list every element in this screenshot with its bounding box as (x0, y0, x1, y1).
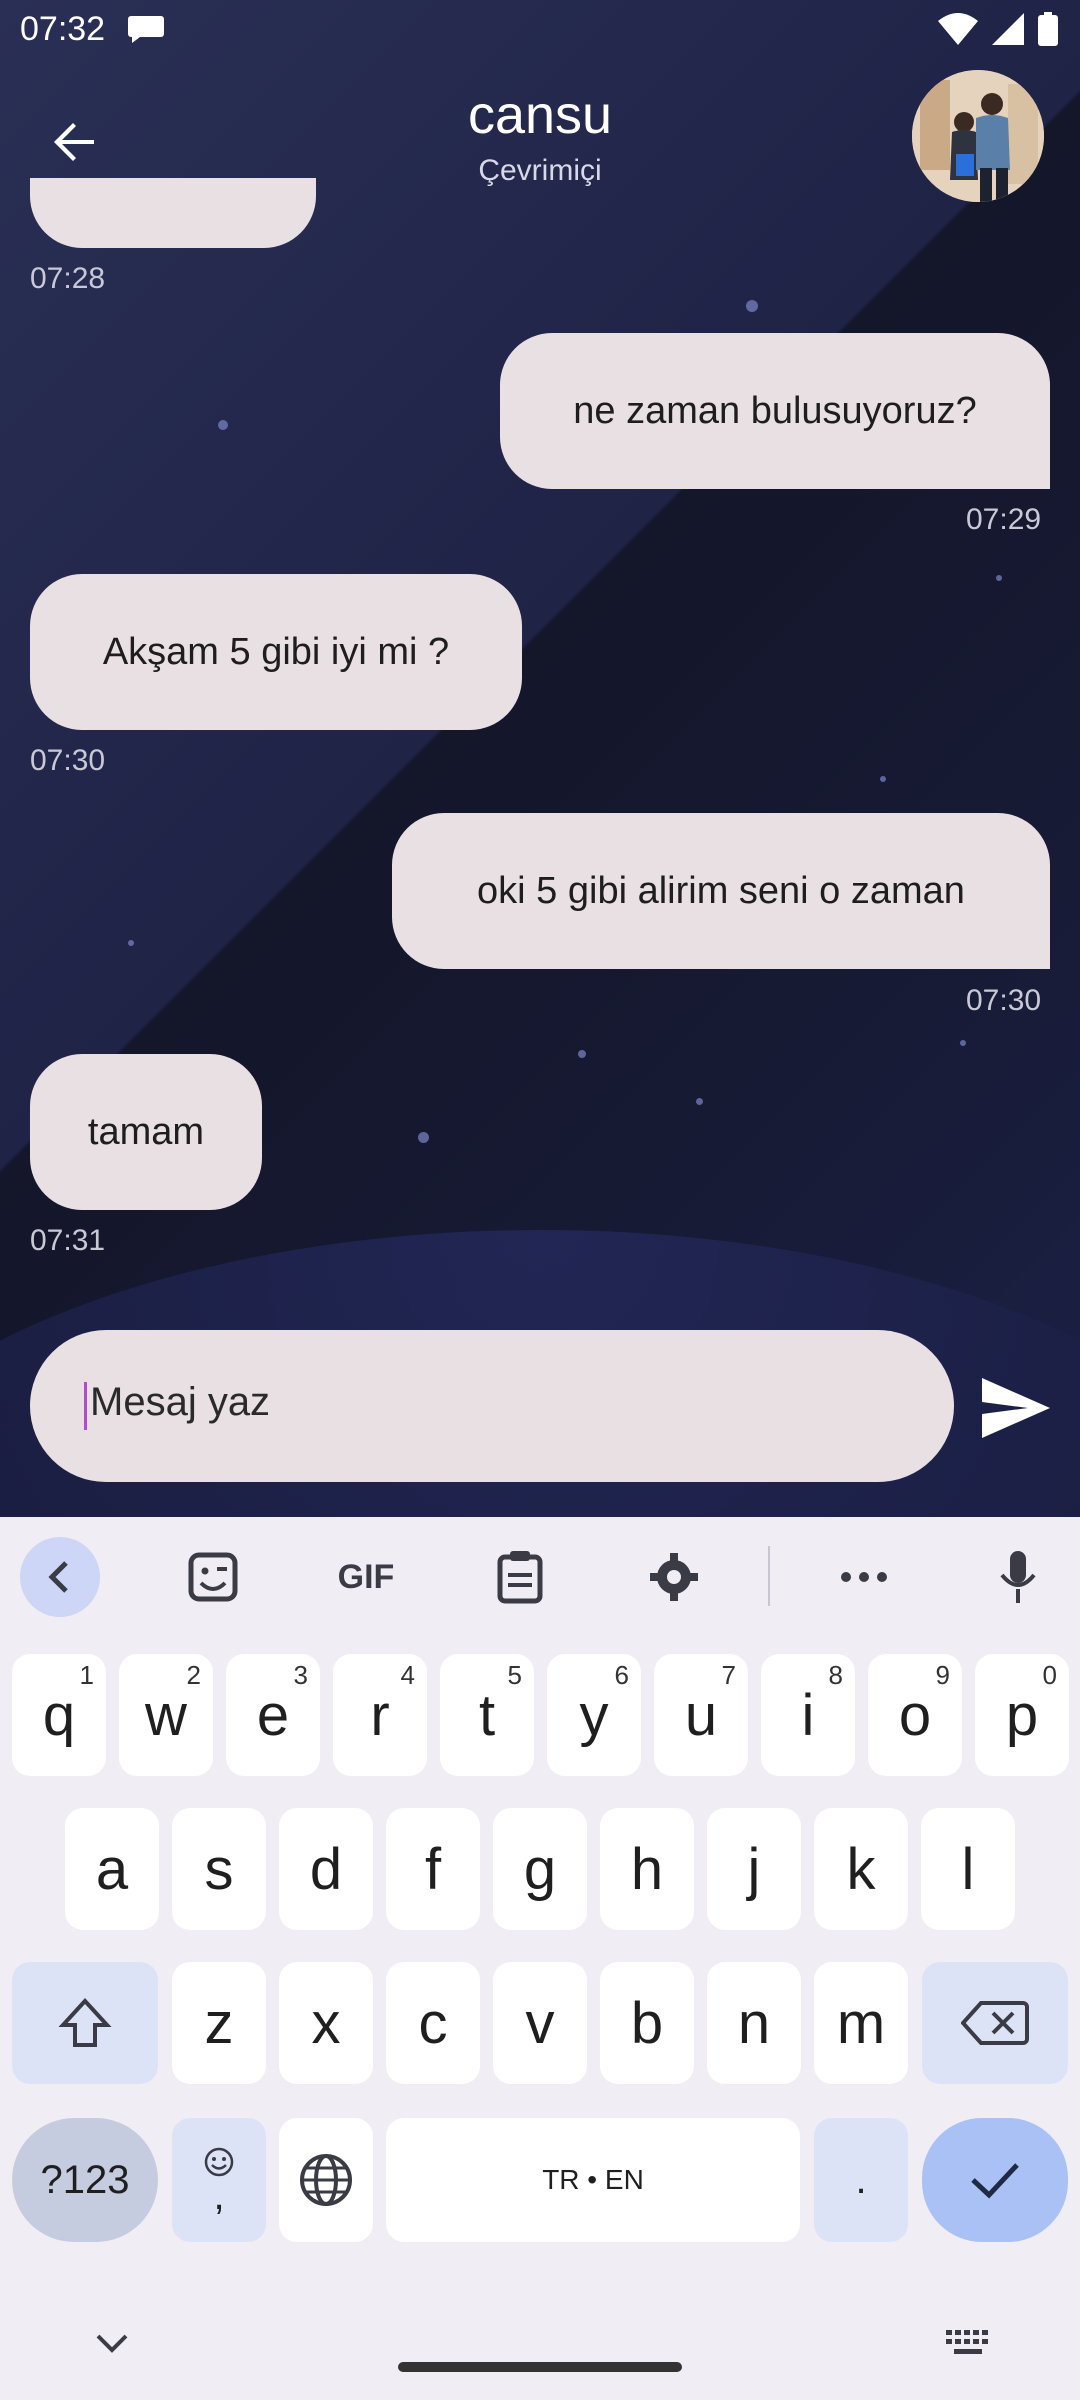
key-q[interactable]: q1 (12, 1654, 106, 1776)
star-decoration (418, 1132, 429, 1143)
key-k[interactable]: k (814, 1808, 908, 1930)
period-key[interactable]: . (814, 2118, 908, 2242)
message-bubble-received[interactable] (30, 178, 316, 248)
key-h[interactable]: h (600, 1808, 694, 1930)
hide-keyboard-button[interactable] (92, 2328, 132, 2361)
contact-avatar[interactable] (912, 70, 1044, 202)
signal-icon (992, 13, 1024, 45)
message-time: 07:30 (30, 744, 106, 777)
symbols-key[interactable]: ?123 (12, 2118, 158, 2242)
more-horizontal-icon (841, 1572, 887, 1582)
message-input-container[interactable]: Mesaj yaz (30, 1330, 954, 1482)
avatar-photo (912, 70, 1044, 202)
home-indicator[interactable] (398, 2362, 682, 2372)
message-time: 07:28 (30, 262, 106, 295)
text-cursor (84, 1382, 87, 1430)
clipboard-button[interactable] (480, 1537, 560, 1617)
key-p[interactable]: p0 (975, 1654, 1069, 1776)
star-decoration (128, 940, 134, 946)
settings-button[interactable] (634, 1537, 714, 1617)
navigation-bar (0, 2300, 1080, 2400)
message-input[interactable]: Mesaj yaz (90, 1380, 270, 1425)
keyboard-collapse-toolbar-button[interactable] (20, 1537, 100, 1617)
key-b[interactable]: b (600, 1962, 694, 2084)
backspace-key[interactable] (922, 1962, 1068, 2084)
shift-icon (58, 1998, 112, 2047)
wifi-icon (938, 13, 978, 45)
message-bubble-received[interactable]: tamam (30, 1054, 262, 1210)
key-n[interactable]: n (707, 1962, 801, 2084)
message-text: oki 5 gibi alirim seni o zaman (477, 869, 965, 912)
key-f[interactable]: f (386, 1808, 480, 1930)
star-decoration (696, 1098, 703, 1105)
key-x[interactable]: x (279, 1962, 373, 2084)
backspace-icon (961, 2001, 1029, 2045)
chat-background: 07:32 cansu Çevrimiçi 07:28 ne zaman bul… (0, 0, 1080, 1517)
message-notification-icon (128, 16, 164, 43)
key-j[interactable]: j (707, 1808, 801, 1930)
star-decoration (960, 1040, 966, 1046)
microphone-icon (1000, 1551, 1036, 1603)
message-text: ne zaman bulusuyoruz? (573, 389, 977, 432)
more-options-button[interactable] (824, 1537, 904, 1617)
language-key[interactable] (279, 2118, 373, 2242)
key-t[interactable]: t5 (440, 1654, 534, 1776)
keyboard (0, 1517, 1080, 2400)
gif-button[interactable]: GIF (326, 1537, 406, 1617)
key-a[interactable]: a (65, 1808, 159, 1930)
key-u[interactable]: u7 (654, 1654, 748, 1776)
sticker-icon (188, 1552, 238, 1602)
key-w[interactable]: w2 (119, 1654, 213, 1776)
message-time: 07:31 (30, 1224, 106, 1257)
status-bar: 07:32 (0, 0, 1080, 62)
message-time: 07:30 (966, 984, 1042, 1017)
sticker-button[interactable] (173, 1537, 253, 1617)
message-text: tamam (87, 1110, 205, 1153)
switch-keyboard-button[interactable] (946, 2330, 990, 2361)
emoji-comma-key[interactable]: , (172, 2118, 266, 2242)
checkmark-icon (971, 2163, 1019, 2199)
key-s[interactable]: s (172, 1808, 266, 1930)
message-text: Akşam 5 gibi iyi mi ? (102, 630, 450, 673)
send-icon (982, 1378, 1050, 1438)
emoji-icon (204, 2147, 234, 2177)
key-o[interactable]: o9 (868, 1654, 962, 1776)
key-r[interactable]: r4 (333, 1654, 427, 1776)
keyboard-icon (946, 2330, 988, 2354)
send-button[interactable] (978, 1370, 1054, 1446)
message-bubble-sent[interactable]: ne zaman bulusuyoruz? (500, 333, 1050, 489)
star-decoration (880, 776, 886, 782)
star-decoration (996, 575, 1002, 581)
message-bubble-sent[interactable]: oki 5 gibi alirim seni o zaman (392, 813, 1050, 969)
voice-input-button[interactable] (978, 1537, 1058, 1617)
key-z[interactable]: z (172, 1962, 266, 2084)
key-g[interactable]: g (493, 1808, 587, 1930)
gif-label: GIF (337, 1557, 395, 1596)
star-decoration (218, 420, 228, 430)
key-e[interactable]: e3 (226, 1654, 320, 1776)
key-v[interactable]: v (493, 1962, 587, 2084)
key-l[interactable]: l (921, 1808, 1015, 1930)
key-m[interactable]: m (814, 1962, 908, 2084)
chevron-down-icon (96, 2334, 128, 2353)
clipboard-icon (497, 1551, 543, 1604)
message-time: 07:29 (966, 503, 1042, 536)
star-decoration (578, 1050, 586, 1058)
globe-icon (300, 2154, 352, 2206)
key-y[interactable]: y6 (547, 1654, 641, 1776)
shift-key[interactable] (12, 1962, 158, 2084)
gear-icon (650, 1553, 698, 1601)
battery-icon (1038, 12, 1058, 46)
key-i[interactable]: i8 (761, 1654, 855, 1776)
star-decoration (746, 300, 758, 312)
status-time: 07:32 (20, 10, 106, 48)
enter-key[interactable] (922, 2118, 1068, 2242)
space-key[interactable]: TR • EN (386, 2118, 800, 2242)
message-bubble-received[interactable]: Akşam 5 gibi iyi mi ? (30, 574, 522, 730)
chevron-left-icon (48, 1561, 68, 1593)
toolbar-divider (768, 1546, 770, 1606)
key-c[interactable]: c (386, 1962, 480, 2084)
key-d[interactable]: d (279, 1808, 373, 1930)
